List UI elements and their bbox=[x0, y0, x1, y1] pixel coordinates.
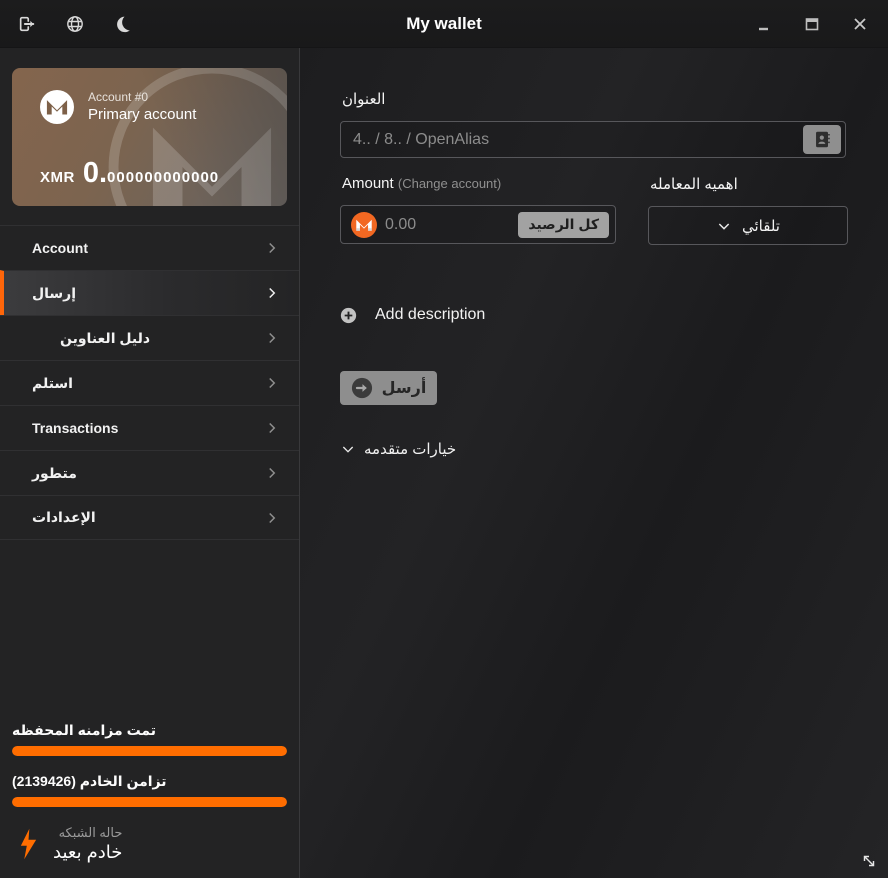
account-identity: Account #0 Primary account bbox=[88, 90, 196, 124]
priority-selected-value: تلقائي bbox=[742, 217, 780, 235]
add-description-button[interactable]: Add description bbox=[340, 306, 485, 324]
sidebar-item-advanced[interactable]: متطور bbox=[0, 450, 299, 495]
send-button[interactable]: أرسل bbox=[340, 371, 437, 405]
balance-currency: XMR bbox=[40, 169, 75, 186]
sidebar-item-label: استلم bbox=[32, 374, 73, 391]
priority-dropdown[interactable]: تلقائي bbox=[648, 206, 848, 245]
close-icon[interactable] bbox=[848, 12, 872, 36]
plus-circle-icon bbox=[340, 307, 357, 323]
titlebar: My wallet bbox=[0, 0, 888, 48]
add-description-label: Add description bbox=[375, 306, 486, 323]
send-page: العنوان Amount (Change account) bbox=[300, 48, 888, 878]
wallet-window: My wallet Account #0 Primary account XMR… bbox=[0, 0, 888, 878]
globe-icon[interactable] bbox=[64, 13, 86, 35]
address-book-icon[interactable] bbox=[803, 125, 841, 154]
sidebar-item-address-book[interactable]: دليل العناوين bbox=[0, 315, 299, 360]
monero-logo-icon bbox=[40, 90, 74, 124]
sidebar-item-label: متطور bbox=[32, 464, 77, 481]
balance-fraction: 000000000000 bbox=[107, 169, 220, 186]
daemon-sync-fill bbox=[12, 797, 287, 807]
sync-status: تمت مزامنه المحفظه تزامن الخادم (2139426… bbox=[0, 722, 299, 878]
network-status-value: خادم بعيد bbox=[53, 842, 123, 862]
address-label: العنوان bbox=[342, 91, 386, 108]
chevron-right-icon bbox=[269, 377, 276, 389]
sidebar-item-label: Transactions bbox=[32, 420, 119, 436]
wallet-sync-progressbar bbox=[12, 746, 287, 756]
window-controls bbox=[752, 12, 888, 36]
daemon-sync-progressbar bbox=[12, 797, 287, 807]
chevron-right-icon bbox=[269, 287, 276, 299]
sidebar-item-label: الإعدادات bbox=[32, 509, 96, 525]
priority-label: اهميه المعامله bbox=[650, 176, 738, 193]
wallet-sync-label: تمت مزامنه المحفظه bbox=[12, 722, 157, 738]
change-account-link[interactable]: (Change account) bbox=[398, 176, 501, 191]
moon-icon[interactable] bbox=[112, 13, 134, 35]
wallet-sync-fill bbox=[12, 746, 287, 756]
sidebar-item-settings[interactable]: الإعدادات bbox=[0, 495, 299, 540]
chevron-down-icon bbox=[718, 222, 730, 230]
amount-input[interactable] bbox=[377, 215, 519, 234]
sidebar-item-receive[interactable]: استلم bbox=[0, 360, 299, 405]
sidebar-item-label: دليل العناوين bbox=[60, 329, 151, 346]
chevron-right-icon bbox=[269, 512, 276, 523]
monero-coin-icon bbox=[351, 211, 377, 238]
address-input[interactable] bbox=[340, 121, 846, 158]
chevron-down-icon bbox=[342, 446, 354, 453]
network-status-label: حاله الشبكه bbox=[58, 825, 123, 840]
lightning-bolt-icon bbox=[20, 828, 37, 860]
daemon-sync-label: تزامن الخادم (2139426) bbox=[12, 773, 167, 789]
sidebar: Account #0 Primary account XMR 0. 000000… bbox=[0, 48, 300, 878]
minimize-icon[interactable] bbox=[752, 12, 776, 36]
logout-icon[interactable] bbox=[16, 13, 38, 35]
amount-field-group: Amount (Change account) كل الرصيد bbox=[340, 175, 616, 245]
sidebar-item-send[interactable]: إرسال bbox=[0, 270, 299, 315]
amount-label: Amount bbox=[342, 175, 394, 192]
sidebar-item-label: Account bbox=[32, 240, 88, 256]
titlebar-left-actions bbox=[0, 13, 134, 35]
chevron-right-icon bbox=[269, 242, 276, 254]
send-button-label: أرسل bbox=[381, 380, 427, 397]
all-balance-button[interactable]: كل الرصيد bbox=[518, 211, 609, 238]
maximize-icon[interactable] bbox=[800, 12, 824, 36]
sidebar-item-account[interactable]: Account bbox=[0, 225, 299, 270]
advanced-options-label: خيارات متقدمه bbox=[364, 441, 457, 458]
priority-field-group: اهميه المعامله تلقائي bbox=[648, 175, 848, 245]
arrow-right-circle-icon bbox=[351, 377, 372, 399]
sidebar-menu: Account إرسال دليل العناوين استلم Transa… bbox=[0, 225, 299, 540]
sidebar-item-transactions[interactable]: Transactions bbox=[0, 405, 299, 450]
network-status[interactable]: حاله الشبكه خادم بعيد bbox=[12, 824, 287, 864]
advanced-options-toggle[interactable]: خيارات متقدمه bbox=[340, 440, 456, 458]
account-name: Primary account bbox=[88, 106, 197, 123]
resize-handle-icon[interactable] bbox=[860, 852, 878, 870]
sidebar-item-label: إرسال bbox=[32, 284, 77, 301]
chevron-right-icon bbox=[269, 332, 276, 344]
amount-box: كل الرصيد bbox=[340, 205, 616, 244]
chevron-right-icon bbox=[269, 467, 276, 479]
balance-whole: 0. bbox=[82, 157, 108, 189]
account-number: Account #0 bbox=[88, 90, 149, 104]
balance: XMR 0. 000000000000 bbox=[40, 157, 267, 190]
account-card[interactable]: Account #0 Primary account XMR 0. 000000… bbox=[12, 68, 287, 206]
chevron-right-icon bbox=[269, 422, 276, 434]
